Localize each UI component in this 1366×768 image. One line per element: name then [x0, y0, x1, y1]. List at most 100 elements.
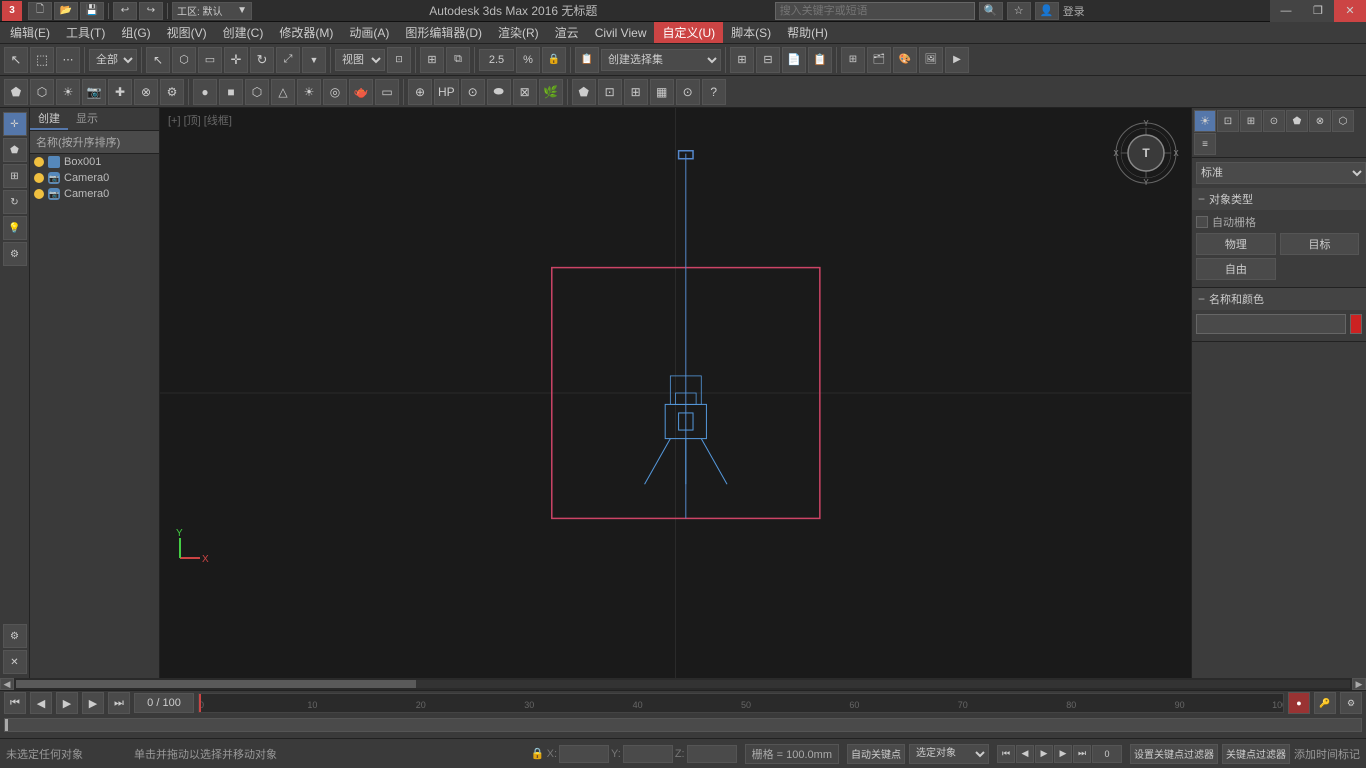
rp-scene-btn[interactable]: ⊙	[1263, 110, 1285, 132]
rp-mode-select[interactable]: 标准	[1196, 162, 1366, 184]
obj-extra8-btn[interactable]: ⊡	[598, 79, 622, 105]
viewport-gizmo[interactable]: T Y Y X X	[1111, 118, 1181, 188]
scene-tab-select[interactable]: 创建	[30, 108, 68, 130]
rp-color-swatch[interactable]	[1350, 314, 1362, 334]
scene-explorer-btn[interactable]: 🗂	[867, 47, 891, 73]
scroll-thumb[interactable]	[16, 680, 416, 688]
obj-extra5-btn[interactable]: ⊠	[513, 79, 537, 105]
status-prev-key-btn[interactable]: ◀	[1016, 745, 1034, 763]
lp-motion-tab[interactable]: ↻	[3, 190, 27, 214]
obj-sphere-btn[interactable]: ●	[193, 79, 217, 105]
obj-plane-btn[interactable]: ▭	[375, 79, 399, 105]
obj-extra9-btn[interactable]: ⊞	[624, 79, 648, 105]
obj-extra4-btn[interactable]: ⬬	[487, 79, 511, 105]
rp-target-btn[interactable]: ⊡	[1217, 110, 1239, 132]
menu-create[interactable]: 创建(C)	[215, 22, 272, 43]
time-slider[interactable]	[4, 718, 1362, 732]
scale-dropdown-btn[interactable]: ▼	[302, 47, 326, 73]
rp-free-btn[interactable]: 自由	[1196, 258, 1276, 280]
status-prev-btn[interactable]: ⏮	[997, 745, 1015, 763]
search-input[interactable]	[775, 2, 975, 20]
menu-customize[interactable]: 自定义(U)	[654, 22, 723, 43]
user-btn[interactable]: 👤	[1035, 2, 1059, 20]
menu-view[interactable]: 视图(V)	[159, 22, 215, 43]
menu-help[interactable]: 帮助(H)	[779, 22, 836, 43]
select-move-btn[interactable]: ↖	[4, 47, 28, 73]
layer2-btn[interactable]: 📋	[808, 47, 832, 73]
menu-graph-editor[interactable]: 图形编辑器(D)	[397, 22, 490, 43]
render-btn[interactable]: 🖼	[919, 47, 943, 73]
restore-btn[interactable]: ❐	[1302, 0, 1334, 22]
align-btn[interactable]: ⊟	[756, 47, 780, 73]
minimize-btn[interactable]: —	[1270, 0, 1302, 22]
menu-animation[interactable]: 动画(A)	[341, 22, 397, 43]
rp-sun-btn[interactable]: ☀	[1194, 110, 1216, 132]
viewport[interactable]: [+] [顶] [线框] T Y Y X X	[160, 108, 1191, 678]
help-btn[interactable]: ?	[702, 79, 726, 105]
ribbon-btn[interactable]: ⊞	[841, 47, 865, 73]
status-play-btn[interactable]: ▶	[1035, 745, 1053, 763]
y-input[interactable]	[623, 745, 673, 763]
lp-filter-btn[interactable]: ⚙	[3, 624, 27, 648]
scroll-track[interactable]	[16, 680, 1350, 688]
selection-filter-btn[interactable]: ⋯	[56, 47, 80, 73]
scroll-left-btn[interactable]: ◀	[0, 678, 14, 690]
scene-item-box001[interactable]: Box001	[30, 154, 159, 170]
rp-extra3-btn[interactable]: ≡	[1194, 133, 1216, 155]
lp-modify-tab[interactable]: ⬟	[3, 138, 27, 162]
select-center-btn[interactable]: ⊞	[420, 47, 444, 73]
obj-extra3-btn[interactable]: ⊙	[461, 79, 485, 105]
auto-key-btn[interactable]: ●	[1288, 692, 1310, 714]
obj-extra1-btn[interactable]: ⊕	[408, 79, 432, 105]
key-filter-menu-btn[interactable]: 关键点过滤器	[1222, 744, 1290, 764]
status-next-key-btn[interactable]: ▶	[1054, 745, 1072, 763]
obj-extra11-btn[interactable]: ⊙	[676, 79, 700, 105]
named-sel-select[interactable]: 创建选择集	[601, 49, 721, 71]
obj-box-btn[interactable]: ■	[219, 79, 243, 105]
select-object-select[interactable]: 选定对象	[909, 744, 989, 764]
pivot-btn[interactable]: ⊡	[387, 47, 411, 73]
key-filter-btn[interactable]: ⚙	[1340, 692, 1362, 714]
rp-name-input[interactable]	[1196, 314, 1346, 334]
rp-target-cam-btn[interactable]: 目标	[1280, 233, 1360, 255]
status-frame-num[interactable]: 0	[1092, 745, 1122, 763]
selection-filter-select[interactable]: 全部	[89, 49, 137, 71]
menu-scripting[interactable]: 脚本(S)	[723, 22, 779, 43]
render-frame-btn[interactable]: ▶	[945, 47, 969, 73]
scene-tab-display[interactable]: 显示	[68, 108, 106, 130]
undo-btn[interactable]: ↩	[113, 2, 137, 20]
create-helper-btn[interactable]: ✚	[108, 79, 132, 105]
select-region-btn[interactable]: ⬚	[30, 47, 54, 73]
select-btn[interactable]: ↖	[146, 47, 170, 73]
menu-edit[interactable]: 编辑(E)	[2, 22, 58, 43]
rp-snap-btn[interactable]: ⊞	[1240, 110, 1262, 132]
lp-snap-btn[interactable]: ✕	[3, 650, 27, 674]
search-icon-btn[interactable]: 🔍	[979, 2, 1003, 20]
menu-render[interactable]: 渲染(R)	[490, 22, 547, 43]
redo-btn[interactable]: ↪	[139, 2, 163, 20]
scroll-right-btn[interactable]: ▶	[1352, 678, 1366, 690]
timeline-track[interactable]: 0 10 20 30 40 50 60 70 80 90 100	[198, 693, 1284, 713]
lp-utilities-tab[interactable]: ⚙	[3, 242, 27, 266]
mirror2-btn[interactable]: ⊞	[730, 47, 754, 73]
status-next-btn[interactable]: ⏭	[1073, 745, 1091, 763]
move-btn[interactable]: ✛	[224, 47, 248, 73]
menu-cloud[interactable]: 渲云	[547, 22, 587, 43]
lp-display-tab[interactable]: 💡	[3, 216, 27, 240]
zoom-percent-input[interactable]	[479, 49, 514, 71]
obj-torus-btn[interactable]: ◎	[323, 79, 347, 105]
workspace-btn[interactable]: 工区: 默认▼	[172, 2, 252, 20]
next-key-btn[interactable]: ▶	[82, 692, 104, 714]
create-shape-btn[interactable]: ⬡	[30, 79, 54, 105]
rp-name-color-header[interactable]: − 名称和颜色	[1192, 288, 1366, 310]
create-system-btn[interactable]: ⚙	[160, 79, 184, 105]
play-btn[interactable]: ▶	[56, 692, 78, 714]
lp-hierarchy-tab[interactable]: ⊞	[3, 164, 27, 188]
mat-editor-btn[interactable]: 🎨	[893, 47, 917, 73]
rp-extra1-btn[interactable]: ⊗	[1309, 110, 1331, 132]
create-camera-btn[interactable]: 📷	[82, 79, 106, 105]
rect-select-btn[interactable]: ▭	[198, 47, 222, 73]
create-geo-btn[interactable]: ⬟	[4, 79, 28, 105]
obj-extra2-btn[interactable]: HP	[434, 79, 459, 105]
open-btn[interactable]: 📂	[54, 2, 78, 20]
